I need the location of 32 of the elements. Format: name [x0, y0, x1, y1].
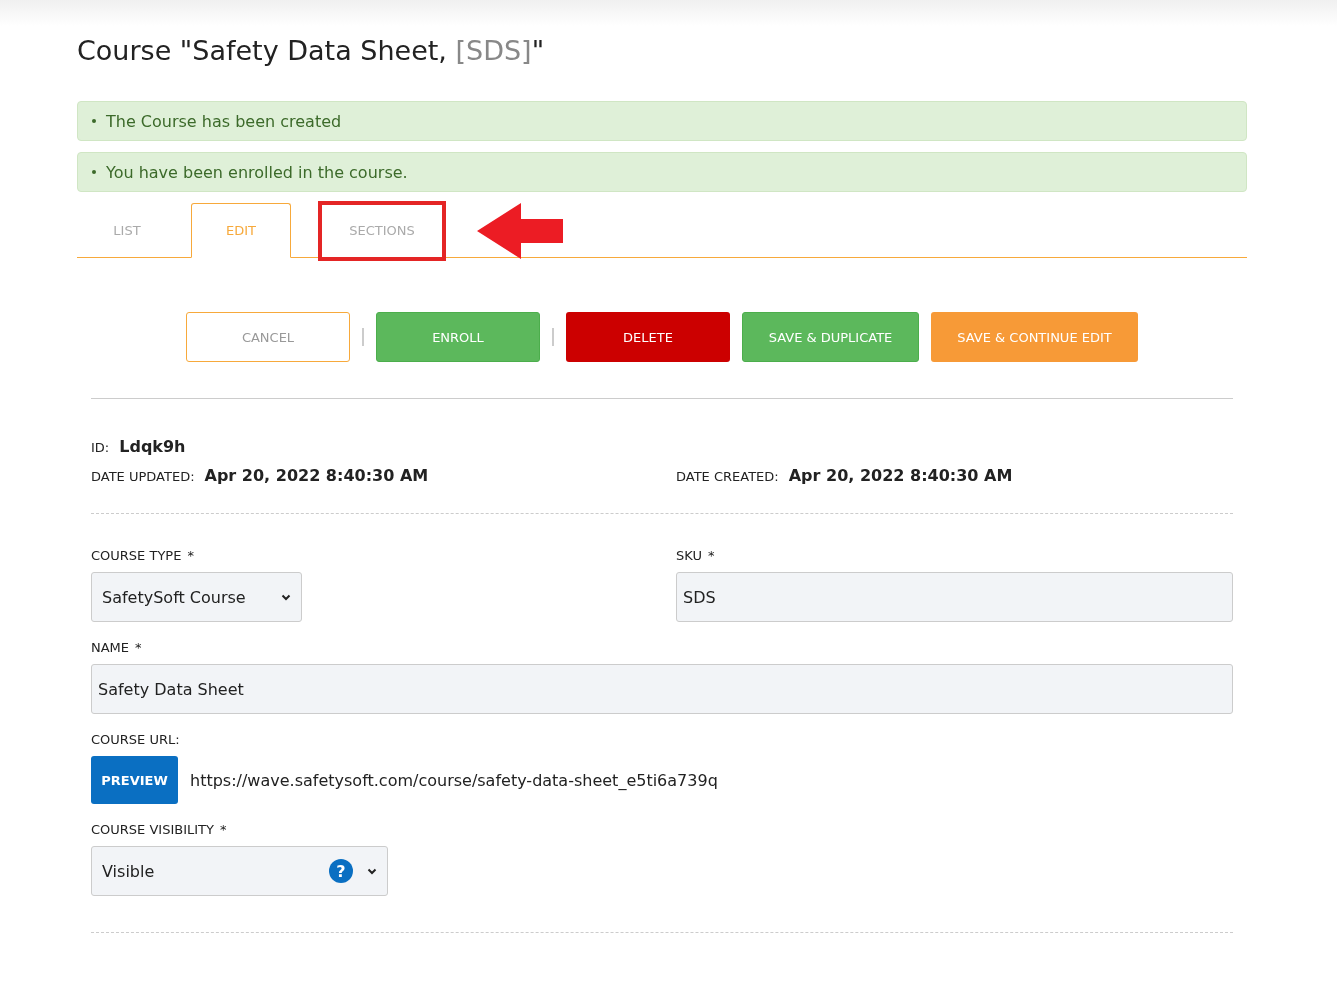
field-label: DATE UPDATED: [91, 469, 195, 484]
page-title: Course "Safety Data Sheet, [SDS]" [77, 34, 546, 68]
action-button[interactable]: CANCEL [186, 312, 350, 362]
text-field[interactable]: Safety Data Sheet [91, 664, 1233, 714]
preview-button[interactable]: PREVIEW [91, 756, 178, 804]
alert-message: The Course has been created [106, 111, 342, 131]
field-label: SKU [676, 548, 702, 563]
bullet-icon [92, 119, 96, 123]
field-label: DATE CREATED: [676, 469, 779, 484]
bullet-icon [92, 170, 96, 174]
field-label: ID: [91, 440, 110, 455]
required-mark: * [220, 822, 227, 837]
chevron-down-icon [367, 867, 377, 875]
select-field[interactable]: SafetySoft Course [91, 572, 302, 622]
action-button[interactable]: DELETE [566, 312, 730, 362]
required-mark: * [707, 548, 715, 563]
date-value: Apr 20, 2022 8:40:30 AM [204, 466, 429, 485]
required-mark: * [187, 548, 194, 563]
id-value: Ldqk9h [119, 437, 186, 456]
alert-message: You have been enrolled in the course. [106, 162, 408, 182]
help-icon[interactable]: ? [329, 859, 353, 883]
field-label: COURSE URL: [91, 732, 180, 747]
text-field[interactable]: SDS [676, 572, 1233, 622]
select-field[interactable]: Visible ? [91, 846, 388, 896]
url-text: https://wave.safetysoft.com/course/safety-data-sheet_e5ti6a739q [190, 770, 718, 790]
arrow-icon [475, 202, 565, 260]
chevron-down-icon [281, 593, 291, 601]
field-label: COURSE VISIBILITY [91, 822, 214, 837]
date-value: Apr 20, 2022 8:40:30 AM [788, 466, 1013, 485]
field-label: NAME [91, 640, 130, 655]
field-label: COURSE TYPE [91, 548, 182, 563]
required-mark: * [135, 640, 142, 655]
